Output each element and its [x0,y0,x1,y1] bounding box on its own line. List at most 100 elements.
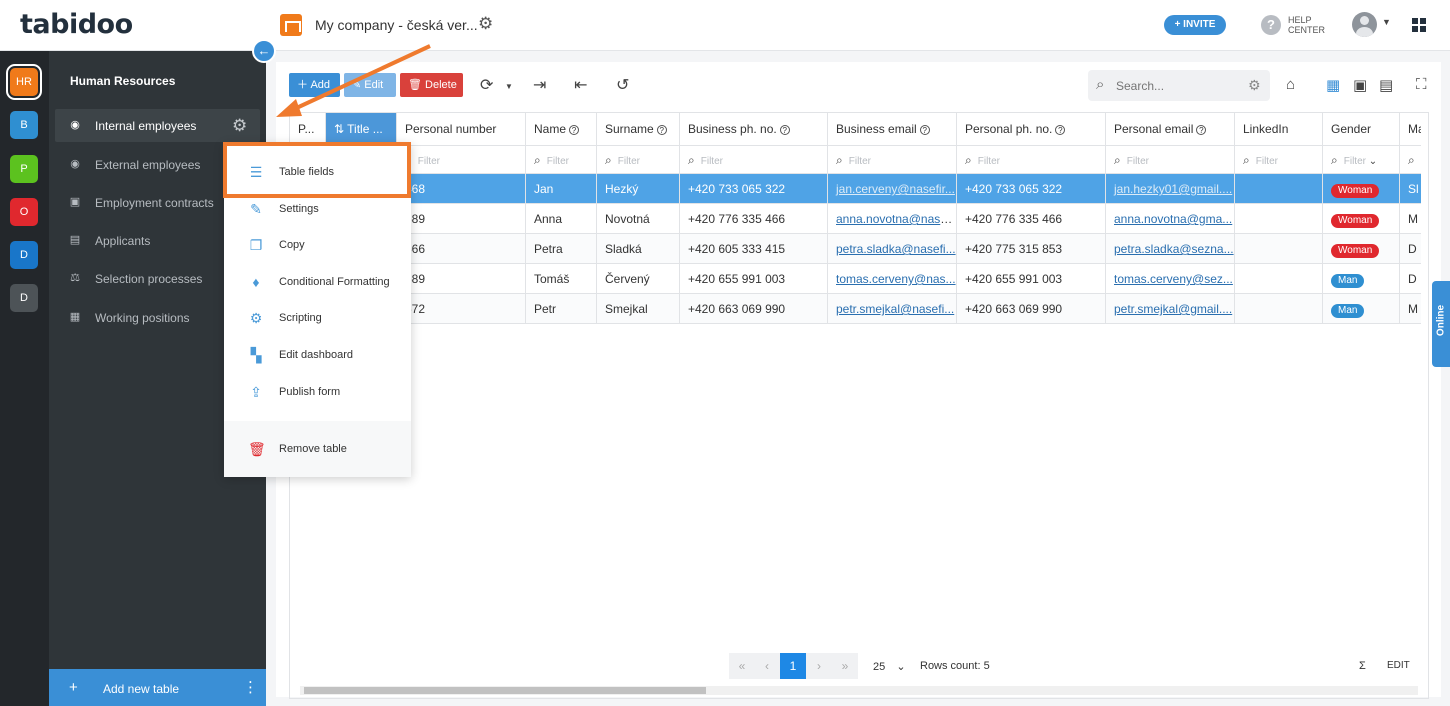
filter-cell[interactable]: ⌕Filter [680,146,828,174]
import-icon[interactable]: ⇥ [533,75,546,95]
help-center-label[interactable]: HELP CENTER [1288,15,1328,35]
table-view-icon[interactable]: ▦ [1326,76,1340,94]
tag-icon[interactable]: ⌂ [1286,76,1295,93]
filter-cell[interactable]: ⌕Filter [828,146,957,174]
apps-grid-icon[interactable] [1412,18,1426,32]
more-vertical-icon[interactable]: ⋮ [243,678,258,696]
column-header[interactable]: Business ph. no.? [680,113,828,146]
personal-email-cell[interactable]: petr.smejkal@gmail.... [1106,294,1235,324]
app-b[interactable]: B [10,111,38,139]
chevron-down-icon[interactable]: ⌄ [1369,156,1377,167]
help-circle-icon[interactable]: ? [919,124,930,135]
filter-cell[interactable]: ⌕Filter [526,146,597,174]
table-row[interactable]: 689 Tomáš Červený +420 655 991 003 tomas.cer… [290,264,1428,294]
column-header[interactable]: Name? [526,113,597,146]
page-size-select[interactable]: 25 ⌄ [873,660,906,673]
email-link[interactable]: anna.novotna@nase... [836,212,956,226]
workspace-settings-gear-icon[interactable]: ⚙ [478,14,493,34]
menu-item-copy[interactable]: ❐ Copy [224,227,411,263]
sum-button[interactable]: Σ [1359,660,1366,672]
filter-cell[interactable]: ⌕Filter [957,146,1106,174]
calendar-view-icon[interactable]: ▤ [1379,76,1393,94]
menu-item-settings[interactable]: ✎ Settings [224,191,411,227]
personal-email-cell[interactable]: tomas.cerveny@sez... [1106,264,1235,294]
export-icon[interactable]: ⇤ [574,75,587,95]
column-header[interactable]: LinkedIn [1235,113,1323,146]
help-circle-icon[interactable]: ? [779,124,790,135]
search-settings-gear-icon[interactable]: ⚙ [1248,77,1261,94]
user-avatar[interactable] [1352,12,1377,37]
table-row[interactable]: 672 Petr Smejkal +420 663 069 990 petr.smejk… [290,294,1428,324]
last-page-button[interactable]: » [832,653,858,679]
business-email-cell[interactable]: anna.novotna@nase... [828,204,957,234]
table-row[interactable]: 689 Anna Novotná +420 776 335 466 anna.novot… [290,204,1428,234]
email-link[interactable]: jan.hezky01@gmail.... [1114,182,1232,196]
edit-button[interactable]: ✎ Edit [344,73,396,97]
filter-cell[interactable]: ⌕Filter [597,146,680,174]
help-circle-icon[interactable]: ? [569,124,580,135]
help-circle-icon[interactable]: ? [1055,124,1066,135]
column-header[interactable]: Personal email? [1106,113,1235,146]
edit-footer-button[interactable]: EDIT [1387,660,1410,671]
plus-icon[interactable]: + [69,679,78,696]
filter-cell[interactable]: ⌕Filter [397,146,526,174]
email-link[interactable]: petr.smejkal@nasefi... [836,302,954,316]
menu-item-publish-form[interactable]: ⇪ Publish form [224,374,411,410]
chevron-down-icon[interactable]: ▼ [505,82,513,91]
page-number-button[interactable]: 1 [780,653,806,679]
business-email-cell[interactable]: petra.sladka@nasefi... [828,234,957,264]
email-link[interactable]: petra.sladka@nasefi... [836,242,956,256]
personal-email-cell[interactable]: anna.novotna@gma... [1106,204,1235,234]
next-page-button[interactable]: › [806,653,832,679]
refresh-icon[interactable]: ⟳ [480,75,493,95]
menu-item-edit-dashboard[interactable]: ▚ Edit dashboard [224,337,411,373]
add-button[interactable]: ＋ Add [289,73,340,97]
app-hr[interactable]: HR [6,64,42,100]
table-row[interactable]: 566 Petra Sladká +420 605 333 415 petra.slad… [290,234,1428,264]
prev-page-button[interactable]: ‹ [754,653,780,679]
menu-item-table-fields[interactable]: ☰ Table fields [224,154,411,190]
horizontal-scrollbar[interactable] [300,686,1418,695]
menu-item-remove-table[interactable]: 🗑 Remove table [224,431,411,467]
column-header[interactable]: Gender [1323,113,1400,146]
invite-button[interactable]: + INVITE [1164,15,1226,35]
email-link[interactable]: tomas.cerveny@sez... [1114,272,1233,286]
table-row[interactable]: 468 Jan Hezký +420 733 065 322 jan.cerveny@n… [290,174,1428,204]
history-icon[interactable]: ↺ [616,75,629,95]
search-input[interactable] [1116,77,1241,94]
filter-cell[interactable]: ⌕ Filter ⌄ [1323,146,1400,174]
column-header[interactable]: P... [290,113,326,146]
email-link[interactable]: tomas.cerveny@nas... [836,272,956,286]
app-d[interactable]: D [10,241,38,269]
personal-email-cell[interactable]: petra.sladka@sezna... [1106,234,1235,264]
online-status-tab[interactable]: Online [1432,281,1450,367]
tabidoo-logo[interactable]: tabidoo [20,9,133,40]
help-center-icon[interactable]: ? [1261,15,1281,35]
column-header-title[interactable]: ⇅ Title ... [326,113,397,146]
business-email-cell[interactable]: tomas.cerveny@nas... [828,264,957,294]
email-link[interactable]: petra.sladka@sezna... [1114,242,1234,256]
fullscreen-icon[interactable]: ⛶ [1416,76,1427,93]
email-link[interactable]: petr.smejkal@gmail.... [1114,302,1232,316]
personal-email-cell[interactable]: jan.hezky01@gmail.... [1106,174,1235,204]
first-page-button[interactable]: « [729,653,755,679]
column-header[interactable]: Business email? [828,113,957,146]
column-header[interactable]: Personal number [397,113,526,146]
filter-cell[interactable]: ⌕Filter [1106,146,1235,174]
scrollbar-thumb[interactable] [304,687,706,694]
add-new-table-button[interactable]: Add new table [103,682,179,696]
app-d-2[interactable]: D [10,284,38,312]
menu-item-scripting[interactable]: ⚙ Scripting [224,300,411,336]
workspace-title[interactable]: My company - česká ver... [315,17,478,33]
collapse-sidebar-arrow-icon[interactable]: ← [252,39,276,63]
chevron-down-icon[interactable]: ▼ [1382,17,1391,27]
vertical-scrollbar[interactable] [1421,113,1428,683]
app-o[interactable]: O [10,198,38,226]
delete-button[interactable]: 🗑 Delete [400,73,463,97]
column-header[interactable]: Surname? [597,113,680,146]
app-p[interactable]: P [10,155,38,183]
column-header[interactable]: Personal ph. no.? [957,113,1106,146]
email-link[interactable]: jan.cerveny@nasefir... [836,182,955,196]
email-link[interactable]: anna.novotna@gma... [1114,212,1232,226]
help-circle-icon[interactable]: ? [1196,124,1207,135]
